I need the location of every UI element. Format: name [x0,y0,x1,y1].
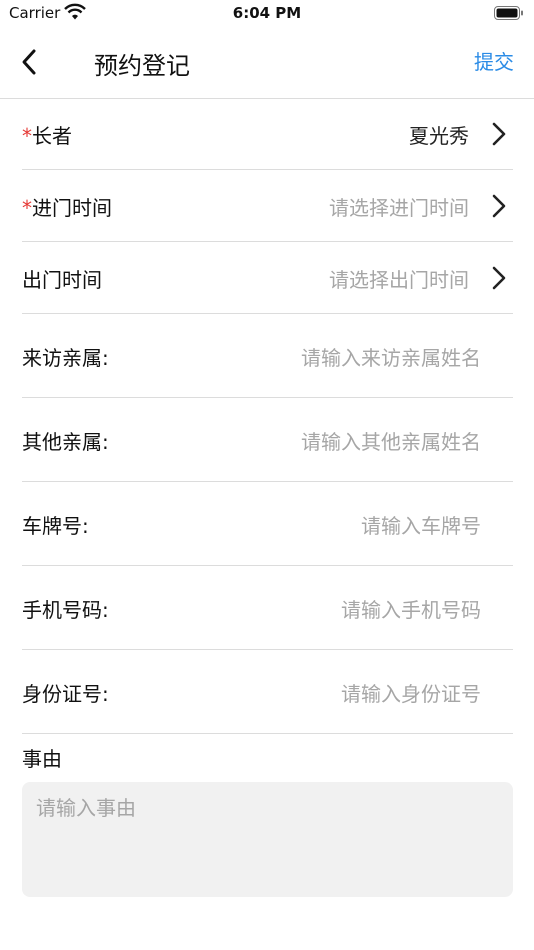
exit-time-row[interactable]: 出门时间 请选择出门时间 [22,242,513,314]
battery-icon [494,6,523,20]
page-title: 预约登记 [94,52,190,80]
other-relative-row[interactable]: 其他亲属: 请输入其他亲属姓名 [22,398,513,482]
plate-number-row[interactable]: 车牌号: 请输入车牌号 [22,482,513,566]
required-mark: * [22,196,32,220]
back-chevron-icon[interactable] [16,46,44,78]
submit-button[interactable]: 提交 [474,46,514,75]
phone-input[interactable]: 请输入手机号码 [341,594,481,623]
exit-time-label: 出门时间 [22,268,102,292]
visiting-relative-row[interactable]: 来访亲属: 请输入来访亲属姓名 [22,314,513,398]
plate-number-label: 车牌号: [22,514,89,538]
exit-time-value: 请选择出门时间 [329,268,469,292]
id-number-input[interactable]: 请输入身份证号 [341,678,481,707]
entry-time-value: 请选择进门时间 [329,196,469,220]
elder-value: 夏光秀 [409,124,469,148]
plate-number-input[interactable]: 请输入车牌号 [361,510,481,539]
chevron-right-icon [492,122,506,146]
reason-placeholder: 请输入事由 [36,796,136,820]
phone-row[interactable]: 手机号码: 请输入手机号码 [22,566,513,650]
chevron-right-icon [492,266,506,290]
chevron-right-icon [492,194,506,218]
elder-row[interactable]: *长者 夏光秀 [22,98,513,170]
entry-time-row[interactable]: *进门时间 请选择进门时间 [22,170,513,242]
elder-label: *长者 [22,124,72,148]
id-number-row[interactable]: 身份证号: 请输入身份证号 [22,650,513,734]
required-mark: * [22,124,32,148]
id-number-label: 身份证号: [22,682,109,706]
reason-textarea[interactable]: 请输入事由 [22,782,513,897]
visiting-relative-input[interactable]: 请输入来访亲属姓名 [301,342,481,371]
reason-label: 事由 [22,747,62,771]
other-relative-input[interactable]: 请输入其他亲属姓名 [301,426,481,455]
entry-time-label: *进门时间 [22,196,112,220]
clock: 6:04 PM [232,4,302,22]
phone-label: 手机号码: [22,598,109,622]
other-relative-label: 其他亲属: [22,430,109,454]
nav-bar: 预约登记 提交 [0,28,534,99]
status-bar: Carrier 6:04 PM [0,0,534,28]
visiting-relative-label: 来访亲属: [22,346,109,370]
